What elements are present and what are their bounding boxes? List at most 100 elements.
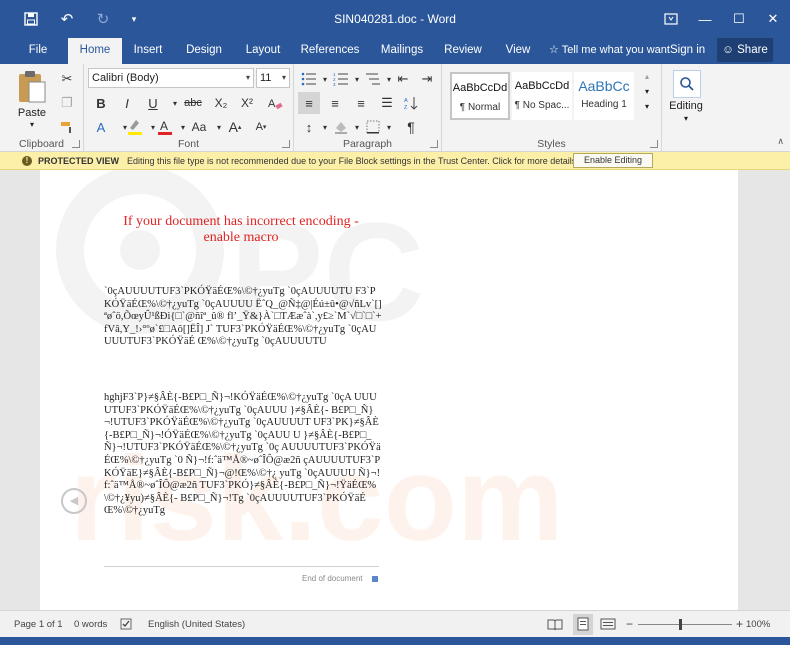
scroll-down-icon[interactable]: ▾ [638, 87, 656, 96]
maximize-icon[interactable]: ☐ [722, 0, 756, 38]
status-bar: Page 1 of 1 0 words English (United Stat… [0, 610, 790, 637]
svg-text:3: 3 [333, 82, 336, 86]
style-heading-1[interactable]: AaBbCc Heading 1 [574, 72, 634, 120]
zoom-slider-thumb[interactable] [679, 619, 683, 630]
protected-view-message[interactable]: Editing this file type is not recommende… [127, 156, 579, 166]
undo-icon[interactable]: ↶ [50, 0, 84, 38]
zoom-slider[interactable] [638, 624, 732, 625]
font-family-value: Calibri (Body) [92, 72, 159, 84]
styles-launcher-icon[interactable] [650, 140, 658, 148]
show-formatting-icon[interactable]: ¶ [400, 116, 422, 138]
shield-icon: ! [22, 155, 32, 166]
format-painter-icon[interactable] [56, 116, 78, 138]
font-size-select[interactable]: 11 ▾ [256, 68, 290, 88]
zoom-level[interactable]: 100% [746, 611, 770, 638]
minimize-icon[interactable]: — [688, 0, 722, 38]
cut-icon[interactable]: ✂ [56, 68, 78, 90]
redo-icon[interactable]: ↻ [86, 0, 120, 38]
share-label: Share [737, 44, 768, 56]
align-left-icon[interactable]: ≡ [298, 92, 320, 114]
font-family-select[interactable]: Calibri (Body) ▾ [88, 68, 254, 88]
scroll-up-icon[interactable]: ▴ [638, 72, 656, 81]
style-no-spacing-name: ¶ No Spac... [514, 100, 570, 111]
collapse-ribbon-icon[interactable]: ∧ [777, 136, 784, 147]
tab-file[interactable]: File [18, 38, 58, 64]
save-icon[interactable] [14, 0, 48, 38]
word-count[interactable]: 0 words [74, 611, 107, 638]
align-center-icon[interactable]: ≡ [324, 92, 346, 114]
tab-references[interactable]: References [298, 38, 362, 64]
tab-layout[interactable]: Layout [238, 38, 288, 64]
editing-group[interactable]: Editing ▾ [662, 64, 710, 152]
end-of-document-marker [372, 576, 378, 582]
read-mode-icon[interactable] [547, 611, 563, 638]
editing-label: Editing [669, 100, 703, 112]
protected-view-title: PROTECTED VIEW [38, 155, 120, 166]
align-right-icon[interactable]: ≡ [350, 92, 372, 114]
print-layout-icon[interactable] [573, 614, 593, 635]
warning-line-1: If your document has incorrect encoding … [123, 214, 359, 229]
font-size-value: 11 [260, 72, 272, 84]
previous-page-icon[interactable]: ◀ [61, 488, 87, 514]
bold-button[interactable]: B [90, 92, 112, 114]
zoom-in-button[interactable]: + [736, 611, 743, 638]
style-no-spacing[interactable]: AaBbCcDd ¶ No Spac... [512, 72, 572, 120]
shrink-font-button[interactable]: A ▾ [250, 116, 272, 138]
close-icon[interactable]: ✕ [756, 0, 790, 38]
paragraph-label: Paragraph [342, 138, 393, 150]
proofing-icon[interactable] [120, 611, 134, 638]
zoom-out-button[interactable]: − [626, 611, 633, 638]
borders-dropdown-icon[interactable]: ▾ [378, 116, 400, 138]
italic-button[interactable]: I [116, 92, 138, 114]
document-area: PC risk.com If your document has incorre… [0, 170, 790, 610]
tab-home[interactable]: Home [68, 38, 122, 64]
tab-view[interactable]: View [499, 38, 537, 64]
paste-button[interactable]: Paste ▾ [12, 70, 52, 129]
clear-formatting-icon[interactable]: A [264, 92, 286, 114]
enable-editing-button[interactable]: Enable Editing [573, 153, 653, 168]
font-launcher-icon[interactable] [282, 140, 290, 148]
language-indicator[interactable]: English (United States) [148, 611, 245, 638]
underline-button[interactable]: U [142, 92, 164, 114]
ribbon: Paste ▾ ✂ ❐ Clipboard Calibri (Body) ▾ 1… [0, 64, 790, 152]
paste-dropdown-icon[interactable]: ▾ [12, 120, 52, 129]
style-normal[interactable]: AaBbCcDd ¶ Normal [450, 72, 510, 120]
svg-text:Z: Z [404, 105, 408, 110]
style-normal-name: ¶ Normal [459, 102, 501, 113]
page-count[interactable]: Page 1 of 1 [14, 611, 63, 638]
styles-scroll: ▴ ▾ ▾ [638, 72, 656, 120]
copy-icon[interactable]: ❐ [56, 92, 78, 114]
strikethrough-button[interactable]: abc [180, 92, 206, 114]
text-effects-icon[interactable]: A [90, 116, 112, 138]
tab-mailings[interactable]: Mailings [374, 38, 430, 64]
protected-view-bar[interactable]: ! PROTECTED VIEW Editing this file type … [0, 152, 790, 170]
svg-text:A: A [268, 98, 276, 110]
decrease-indent-icon[interactable]: ⇤ [392, 68, 414, 90]
web-layout-icon[interactable] [600, 611, 616, 638]
grow-font-button[interactable]: A ▴ [224, 116, 246, 138]
sort-icon[interactable]: AZ [400, 92, 422, 114]
sign-in-link[interactable]: Sign in [670, 38, 705, 64]
tab-design[interactable]: Design [180, 38, 228, 64]
tell-me-box[interactable]: ☆ Tell me what you want [549, 38, 670, 64]
tab-insert[interactable]: Insert [126, 38, 170, 64]
share-button[interactable]: ☺ Share [717, 38, 773, 62]
svg-text:A: A [404, 98, 408, 104]
styles-more-icon[interactable]: ▾ [638, 102, 656, 111]
subscript-button[interactable]: X₂ [210, 92, 232, 114]
tab-review[interactable]: Review [441, 38, 485, 64]
superscript-button[interactable]: X² [236, 92, 258, 114]
clipboard-launcher-icon[interactable] [72, 140, 80, 148]
shrink-font-label: A [255, 121, 263, 133]
increase-indent-icon[interactable]: ⇥ [416, 68, 438, 90]
garbled-paragraph-1: `0çAUUUUTUF3`PKÓŸäÉŒ%\©†¿yuTg `0çAUUUUTU… [104, 286, 382, 348]
paragraph-launcher-icon[interactable] [430, 140, 438, 148]
paste-label: Paste [17, 107, 47, 119]
justify-icon[interactable]: ☰ [376, 92, 398, 114]
clipboard-group: Paste ▾ ✂ ❐ Clipboard [0, 64, 84, 152]
garbled-paragraph-2: hghjF3`P}≠§ÂÈ{-B£P□_Ñ}¬!KÓŸäÉŒ%\©†¿yuTg … [104, 392, 381, 517]
ribbon-display-options-icon[interactable] [654, 0, 688, 38]
customize-qat-icon[interactable]: ▾ [122, 0, 146, 38]
font-group: Calibri (Body) ▾ 11 ▾ B I U ▾ abc X₂ X² … [84, 64, 294, 152]
end-divider [104, 566, 379, 567]
